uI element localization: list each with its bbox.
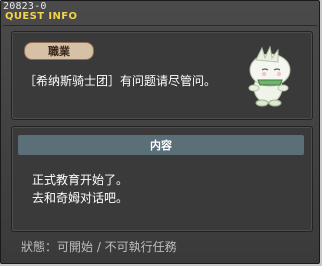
window-title: QUEST INFO bbox=[5, 11, 78, 22]
content-line: 正式教育开始了。 bbox=[32, 173, 129, 187]
content-line: 去和奇姆对话吧。 bbox=[32, 191, 129, 205]
content-header: 内容 bbox=[18, 135, 304, 155]
npc-ghost-icon bbox=[238, 44, 298, 110]
quest-info-window: 20823-0 QUEST INFO 職業 ［希纳斯骑士团］有问题请尽管问。 内… bbox=[0, 0, 320, 264]
npc-dialogue: ［希纳斯骑士团］有问题请尽管问。 bbox=[24, 74, 217, 88]
npc-info-panel: 職業 ［希纳斯骑士团］有问题请尽管问。 bbox=[11, 31, 313, 120]
content-panel: 内容 正式教育开始了。 去和奇姆对话吧。 bbox=[11, 126, 313, 232]
job-tag: 職業 bbox=[24, 42, 94, 60]
quest-status: 狀態：可開始 / 不可執行任務 bbox=[21, 240, 177, 254]
title-divider bbox=[3, 25, 317, 26]
